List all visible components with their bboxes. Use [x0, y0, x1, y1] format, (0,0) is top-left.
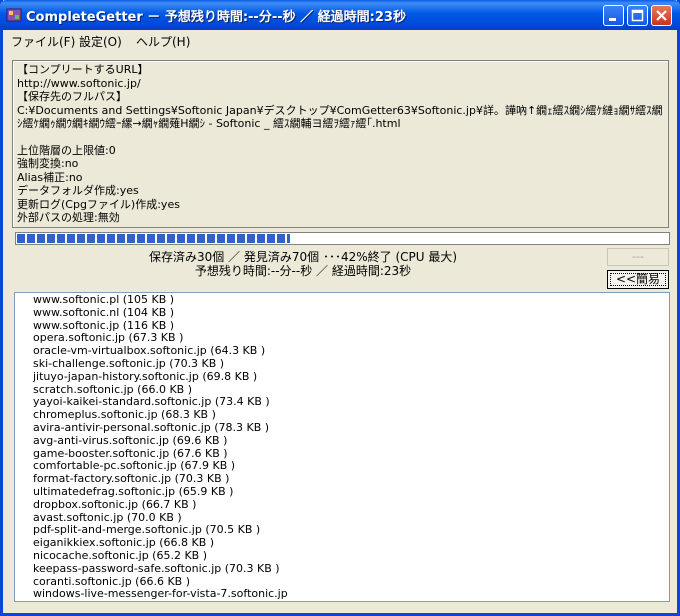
list-item[interactable]: keepass-password-safe.softonic.jp (70.3 …	[33, 562, 288, 576]
list-item[interactable]: www.softonic.nl (104 KB )	[33, 306, 288, 320]
progress-bar	[15, 232, 670, 245]
minimize-button[interactable]	[603, 5, 624, 26]
file-list-panel[interactable]: www.softonic.pl (105 KB ) www.softonic.nl…	[14, 292, 670, 602]
app-window: CompleteGetter － 予想残り時間:--分--秒 ／ 経過時間:23…	[0, 0, 680, 616]
menu-file[interactable]: ファイル(F)	[11, 33, 75, 50]
list-item[interactable]: ski-challenge.softonic.jp (70.3 KB )	[33, 357, 288, 371]
setting-external-path: 外部パスの処理:無効	[17, 211, 120, 224]
progress-fill	[17, 234, 290, 243]
setting-alias: Alias補正:no	[17, 170, 83, 184]
title-bar[interactable]: CompleteGetter － 予想残り時間:--分--秒 ／ 経過時間:23…	[0, 0, 680, 30]
list-item[interactable]: dropbox.softonic.jp (66.7 KB )	[33, 498, 288, 512]
setting-depth-limit: 上位階層の上限値:0	[17, 143, 116, 157]
url-value: http://www.softonic.jp/	[17, 76, 141, 90]
menu-bar: ファイル(F) 設定(O) ヘルプ(H)	[3, 30, 677, 50]
window-title: CompleteGetter － 予想残り時間:--分--秒 ／ 経過時間:23…	[26, 10, 406, 25]
close-icon	[656, 10, 667, 21]
info-panel: 【コンプリートするURL】 http://www.softonic.jp/ 【保…	[12, 60, 669, 228]
minimize-icon	[609, 18, 616, 21]
list-item[interactable]: jituyo-japan-history.softonic.jp (69.8 K…	[33, 370, 288, 384]
list-item[interactable]: windows-live-messenger-for-vista-7.softo…	[33, 588, 288, 601]
setting-force-convert: 強制変換:no	[17, 157, 79, 170]
setting-update-log: 更新ログ(Cpgファイル)作成:yes	[17, 197, 180, 211]
simple-mode-button[interactable]: <<簡易	[607, 270, 669, 289]
list-item[interactable]: avg-anti-virus.softonic.jp (69.6 KB )	[33, 434, 288, 448]
path-header: 【保存先のフルパス】	[17, 90, 127, 103]
file-list: www.softonic.pl (105 KB ) www.softonic.nl…	[33, 293, 288, 601]
path-value: C:¥Documents and Settings¥Softonic Japan…	[17, 103, 663, 131]
list-item[interactable]: avira-antivir-personal.softonic.jp (78.3…	[33, 421, 288, 435]
status-line-2: 予想残り時間:--分--秒 ／ 経過時間:23秒	[194, 264, 412, 278]
list-item[interactable]: nicocache.softonic.jp (65.2 KB )	[33, 549, 288, 563]
disabled-button[interactable]: ---	[607, 248, 669, 266]
list-item[interactable]: ultimatedefrag.softonic.jp (65.9 KB )	[33, 485, 288, 499]
list-item[interactable]: www.softonic.pl (105 KB )	[33, 293, 288, 307]
setting-data-folder: データフォルダ作成:yes	[17, 184, 139, 197]
app-icon[interactable]	[6, 7, 22, 23]
menu-settings[interactable]: 設定(O)	[79, 33, 122, 50]
maximize-icon	[631, 9, 644, 22]
close-button[interactable]	[651, 5, 672, 26]
url-header: 【コンプリートするURL】	[17, 63, 149, 76]
maximize-button[interactable]	[627, 5, 648, 26]
menu-help[interactable]: ヘルプ(H)	[136, 33, 190, 50]
